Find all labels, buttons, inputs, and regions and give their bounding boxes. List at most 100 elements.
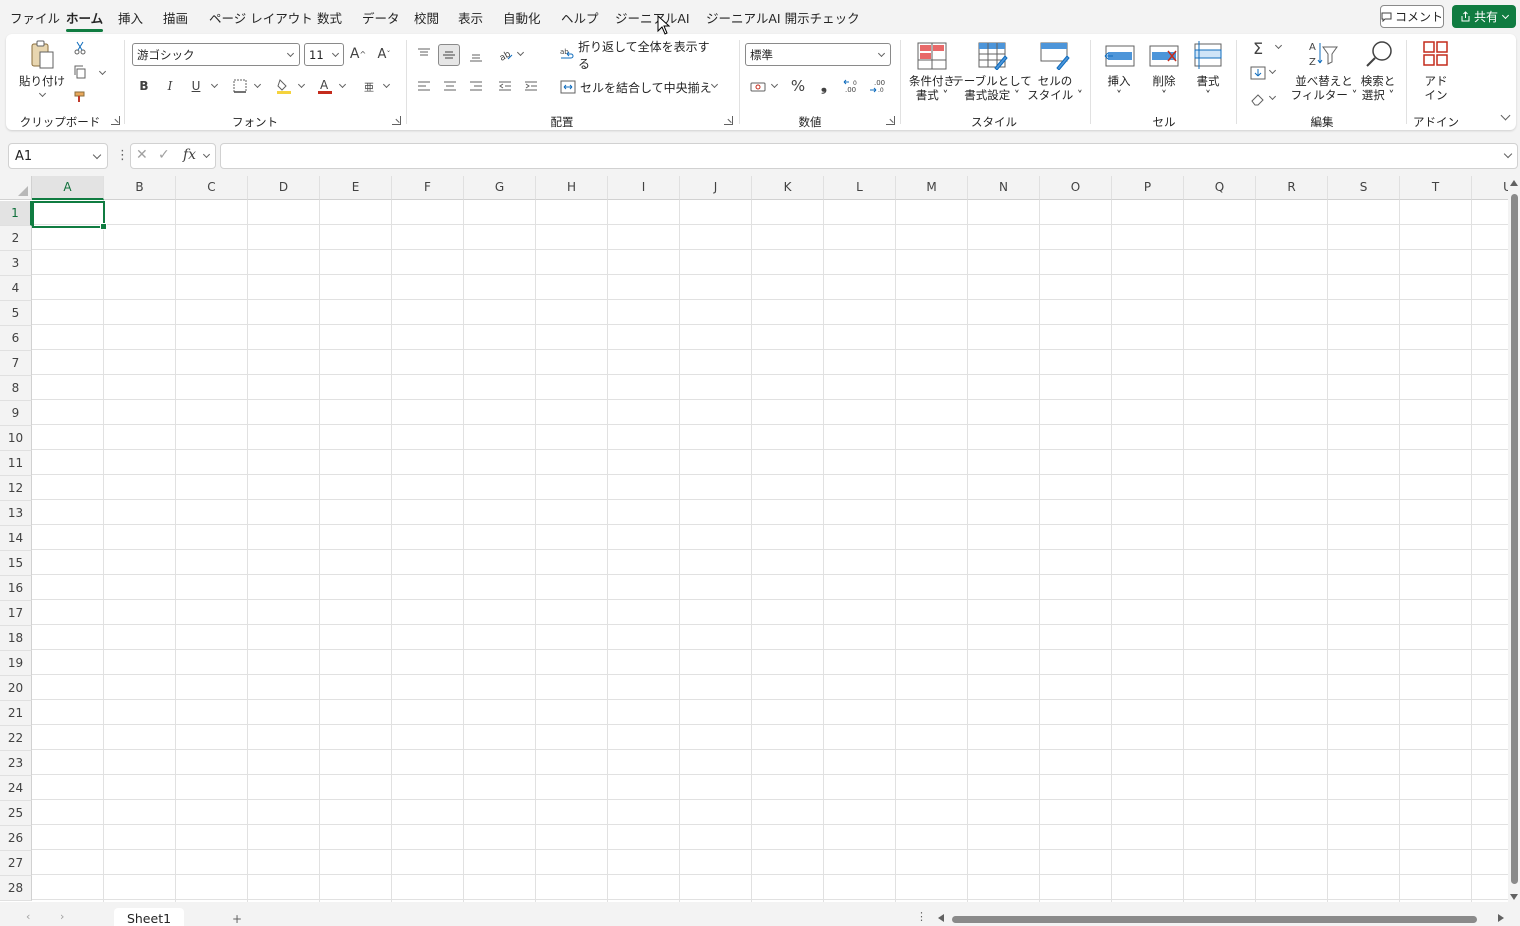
sort-filter-label[interactable]: 並べ替えと フィルター ˅: [1291, 74, 1358, 102]
delete-cells-icon[interactable]: [1147, 40, 1181, 72]
column-header-i[interactable]: I: [608, 176, 680, 200]
scroll-left-icon[interactable]: [938, 914, 944, 922]
row-header-19[interactable]: 19: [0, 651, 32, 676]
format-cells-label[interactable]: 書式 ˅: [1197, 74, 1220, 102]
column-header-u[interactable]: U: [1472, 176, 1508, 200]
row-header-16[interactable]: 16: [0, 576, 32, 601]
column-header-p[interactable]: P: [1112, 176, 1184, 200]
row-header-15[interactable]: 15: [0, 551, 32, 576]
format-cells-icon[interactable]: [1191, 38, 1225, 72]
column-header-s[interactable]: S: [1328, 176, 1400, 200]
row-header-27[interactable]: 27: [0, 851, 32, 876]
row-header-8[interactable]: 8: [0, 376, 32, 401]
fill-color-icon[interactable]: [274, 76, 294, 96]
align-middle-icon[interactable]: [438, 44, 460, 66]
align-bottom-icon[interactable]: [466, 46, 486, 66]
bold-button[interactable]: B: [134, 76, 154, 96]
border-icon[interactable]: [230, 76, 250, 96]
row-header-25[interactable]: 25: [0, 801, 32, 826]
column-header-f[interactable]: F: [392, 176, 464, 200]
scroll-thumb[interactable]: [1511, 194, 1518, 884]
row-header-28[interactable]: 28: [0, 876, 32, 901]
cell-area[interactable]: [32, 200, 1508, 902]
row-header-9[interactable]: 9: [0, 401, 32, 426]
column-header-r[interactable]: R: [1256, 176, 1328, 200]
chevron-down-icon[interactable]: [1268, 66, 1277, 75]
select-all-button[interactable]: [0, 176, 32, 200]
merge-center-button[interactable]: セルを結合して中央揃え: [560, 76, 722, 98]
column-header-k[interactable]: K: [752, 176, 824, 200]
expand-formula-chevron-icon[interactable]: [1503, 149, 1513, 159]
insert-cells-icon[interactable]: [1103, 40, 1137, 72]
menu-genial-ai-check[interactable]: ジーニアルAI 開示チェック: [706, 8, 860, 27]
chevron-down-icon[interactable]: [253, 80, 262, 89]
copy-icon[interactable]: [72, 64, 88, 80]
insert-cells-label[interactable]: 挿入 ˅: [1108, 74, 1131, 102]
row-header-24[interactable]: 24: [0, 776, 32, 801]
chevron-down-icon[interactable]: [297, 80, 306, 89]
align-left-icon[interactable]: [414, 76, 434, 96]
currency-icon[interactable]: [748, 77, 768, 97]
active-cell[interactable]: [32, 201, 107, 230]
number-launcher-icon[interactable]: [886, 116, 895, 125]
row-header-6[interactable]: 6: [0, 326, 32, 351]
row-header-13[interactable]: 13: [0, 501, 32, 526]
cell-styles-icon[interactable]: [1038, 40, 1072, 72]
align-right-icon[interactable]: [466, 76, 486, 96]
row-header-11[interactable]: 11: [0, 451, 32, 476]
row-header-18[interactable]: 18: [0, 626, 32, 651]
column-header-g[interactable]: G: [464, 176, 536, 200]
autosum-icon[interactable]: Σ: [1248, 38, 1268, 58]
percent-button[interactable]: %: [788, 76, 808, 96]
column-header-o[interactable]: O: [1040, 176, 1112, 200]
menu-draw[interactable]: 描画: [163, 8, 188, 27]
row-header-2[interactable]: 2: [0, 226, 32, 251]
row-header-21[interactable]: 21: [0, 701, 32, 726]
alignment-launcher-icon[interactable]: [724, 116, 733, 125]
shrink-font-icon[interactable]: Aˇ: [374, 44, 394, 64]
scroll-up-icon[interactable]: [1510, 180, 1518, 186]
chevron-down-icon[interactable]: [202, 150, 211, 159]
row-header-1[interactable]: 1: [0, 201, 32, 226]
increase-indent-icon[interactable]: [521, 76, 541, 96]
column-header-n[interactable]: N: [968, 176, 1040, 200]
increase-decimal-icon[interactable]: .00 0: [842, 76, 862, 96]
menu-genial-ai[interactable]: ジーニアルAI: [615, 8, 690, 27]
clipboard-launcher-icon[interactable]: [111, 116, 120, 125]
column-header-j[interactable]: J: [680, 176, 752, 200]
chevron-down-icon[interactable]: [516, 48, 525, 57]
addins-icon[interactable]: [1420, 38, 1452, 70]
fill-icon[interactable]: [1248, 63, 1268, 83]
italic-button[interactable]: I: [160, 76, 180, 96]
ribbon-collapse-chevron-icon[interactable]: [1500, 110, 1511, 121]
decrease-decimal-icon[interactable]: .00.0: [868, 76, 888, 96]
scroll-down-icon[interactable]: [1510, 894, 1518, 900]
row-header-20[interactable]: 20: [0, 676, 32, 701]
row-header-12[interactable]: 12: [0, 476, 32, 501]
format-as-table-label[interactable]: テーブルとして 書式設定 ˅: [952, 74, 1031, 102]
name-box[interactable]: A1: [8, 143, 108, 169]
share-button[interactable]: 共有: [1452, 5, 1516, 28]
chevron-down-icon[interactable]: [98, 67, 107, 76]
row-header-7[interactable]: 7: [0, 351, 32, 376]
format-painter-icon[interactable]: [72, 89, 88, 105]
row-header-22[interactable]: 22: [0, 726, 32, 751]
more-options-icon[interactable]: ⋮: [916, 910, 927, 923]
row-header-5[interactable]: 5: [0, 301, 32, 326]
menu-file[interactable]: ファイル: [10, 8, 60, 27]
vertical-scrollbar[interactable]: [1508, 176, 1520, 902]
format-as-table-icon[interactable]: [976, 40, 1010, 72]
spreadsheet-grid[interactable]: ABCDEFGHIJKLMNOPQRSTU 1 2 3 4 5 6 7 8 9 10 11 12 13 1…: [0, 176, 1508, 902]
menu-insert[interactable]: 挿入: [118, 8, 143, 27]
orientation-icon[interactable]: ab: [496, 44, 516, 64]
column-header-t[interactable]: T: [1400, 176, 1472, 200]
addins-label[interactable]: アド イン: [1425, 74, 1448, 102]
menu-page-layout[interactable]: ページ レイアウト: [209, 8, 313, 27]
chevron-down-icon[interactable]: [338, 80, 347, 89]
row-header-4[interactable]: 4: [0, 276, 32, 301]
chevron-down-icon[interactable]: [1268, 92, 1277, 101]
font-launcher-icon[interactable]: [392, 116, 401, 125]
font-size-select[interactable]: 11: [304, 43, 344, 66]
wrap-text-button[interactable]: ab 折り返して全体を表示する: [560, 40, 720, 71]
font-color-icon[interactable]: A: [315, 76, 335, 96]
